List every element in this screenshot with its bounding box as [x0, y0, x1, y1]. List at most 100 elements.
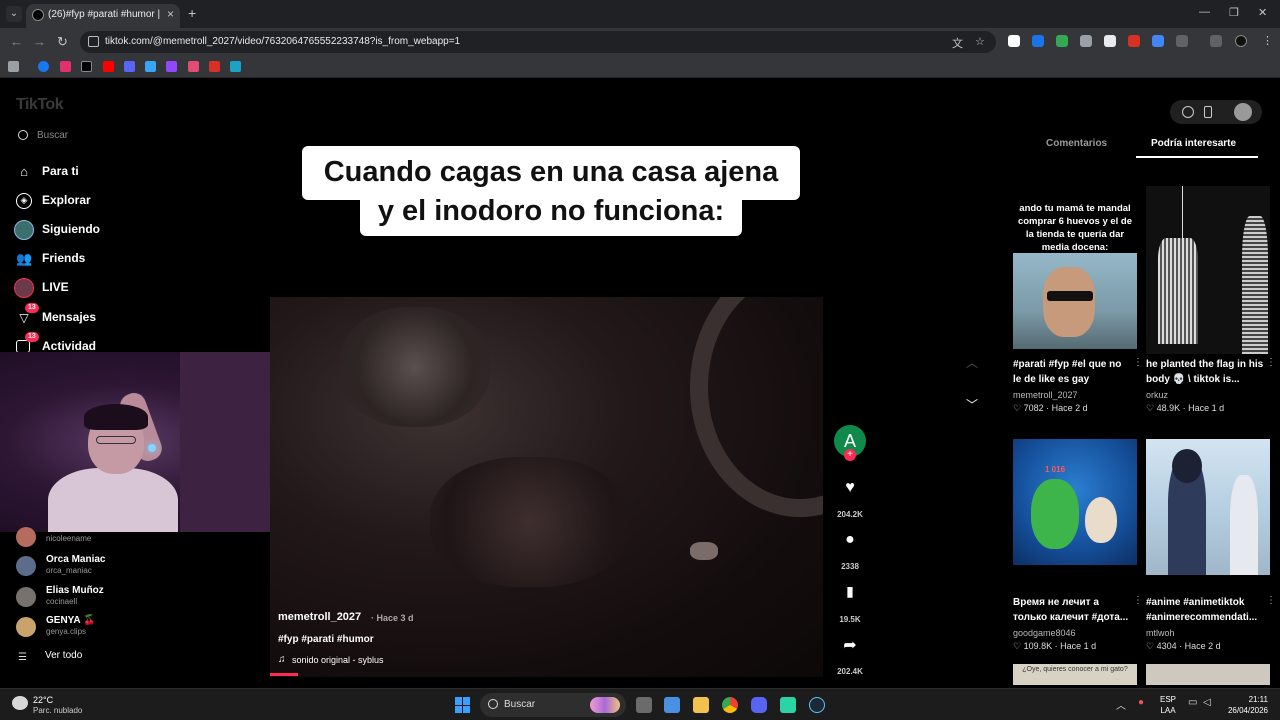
more-options-icon[interactable]: ⋮ [1133, 595, 1143, 606]
profile-avatar-icon[interactable] [1235, 35, 1247, 47]
sidebar-item-mensajes[interactable]: ▽ 13 Mensajes [14, 303, 214, 329]
minimize-button[interactable]: — [1199, 6, 1210, 18]
weather-cloud-icon[interactable] [12, 696, 28, 710]
reload-button[interactable]: ↻ [57, 34, 68, 50]
device-icon[interactable] [1204, 106, 1212, 118]
network-icon[interactable]: ▭ [1188, 697, 1197, 708]
close-window-button[interactable]: ✕ [1258, 6, 1267, 19]
more-options-icon[interactable]: ⋮ [1266, 595, 1276, 606]
search-input[interactable]: Buscar [37, 130, 68, 141]
search-icon [18, 130, 28, 140]
bookmark-6-icon[interactable] [145, 61, 156, 72]
tab-search-button[interactable]: ⌄ [6, 6, 22, 22]
extension-shield-icon[interactable] [1056, 35, 1068, 47]
site-info-icon[interactable] [88, 36, 99, 47]
browser-menu-icon[interactable]: ⋮ [1262, 35, 1274, 47]
microphone-icon[interactable]: ● [1138, 697, 1144, 708]
sidebar-item-explorar[interactable]: ◈ Explorar [14, 190, 214, 212]
new-tab-button[interactable]: + [188, 5, 196, 21]
following-account[interactable]: Orca Maniac orca_maniac [14, 554, 224, 580]
video-progress-bar[interactable] [270, 673, 298, 676]
extension-glasses-icon[interactable] [1080, 35, 1092, 47]
url-text[interactable]: tiktok.com/@memetroll_2027/video/7632064… [105, 36, 460, 47]
share-arrow-icon[interactable]: ➦ [840, 635, 860, 654]
related-video-card-peek[interactable]: ¿Oye, quieres conocer a mi gato? [1013, 664, 1137, 685]
taskbar-search[interactable]: Buscar [480, 693, 626, 717]
extension-2-icon[interactable] [1032, 35, 1044, 47]
store-icon[interactable] [664, 697, 680, 713]
discord-icon[interactable] [751, 697, 767, 713]
bookmark-8-icon[interactable] [188, 61, 199, 72]
coins-icon[interactable] [1182, 106, 1194, 118]
related-video-card-peek[interactable] [1146, 664, 1270, 685]
sidebar-item-live[interactable]: LIVE [14, 277, 214, 299]
bookmark-star-icon[interactable]: ☆ [975, 35, 985, 48]
like-heart-icon[interactable]: ♥ [840, 479, 860, 497]
following-account[interactable]: GENYA 🍒 genya.clips [14, 615, 224, 641]
browser-tab-active[interactable]: (26)#fyp #parati #humor | × [26, 4, 180, 28]
video-author[interactable]: memetroll_2027 [278, 611, 361, 623]
file-explorer-icon[interactable] [693, 697, 709, 713]
extension-6-icon[interactable] [1152, 35, 1164, 47]
volume-icon[interactable]: ◁ [1203, 697, 1211, 708]
video-thumbnail[interactable]: ando tu mamá te mandal comprar 6 huevos … [1013, 201, 1137, 351]
system-clock[interactable]: 21:11 26/04/2026 [1222, 694, 1268, 716]
forward-button[interactable]: → [33, 34, 46, 49]
extensions-puzzle-icon[interactable] [1176, 35, 1188, 47]
restore-button[interactable]: ❐ [1229, 6, 1239, 19]
avatar[interactable] [1234, 103, 1252, 121]
facebook-icon[interactable] [38, 61, 49, 72]
x-icon[interactable] [81, 61, 92, 72]
instagram-icon[interactable] [60, 61, 71, 72]
twitch-icon[interactable] [166, 61, 177, 72]
extension-5-icon[interactable] [1128, 35, 1140, 47]
sidebar-item-siguiendo[interactable]: Siguiendo [14, 219, 214, 241]
comment-icon[interactable]: ● [840, 531, 860, 549]
tiktok-logo[interactable]: TikTok [16, 96, 64, 114]
translate-icon[interactable]: 文 [952, 35, 963, 51]
back-button[interactable]: ← [10, 34, 23, 49]
weather-description[interactable]: Parc. nublado [33, 706, 82, 715]
task-view-icon[interactable] [636, 697, 652, 713]
extension-4-icon[interactable] [1104, 35, 1116, 47]
tab-close-icon[interactable]: × [167, 7, 174, 21]
card-author[interactable]: orkuz [1146, 390, 1168, 400]
sidebar-item-friends[interactable]: 👥 Friends [14, 248, 214, 270]
youtube-icon[interactable] [103, 61, 114, 72]
video-music[interactable]: sonido original - syblus [292, 655, 384, 665]
tab-podria-interesarte[interactable]: Podría interesarte [1151, 138, 1236, 149]
video-thumbnail[interactable]: 1 016 [1013, 439, 1137, 565]
apps-grid-icon[interactable] [8, 61, 19, 72]
extension-1-icon[interactable] [1008, 35, 1020, 47]
card-title: #anime #animetiktok #animerecommendati..… [1146, 597, 1258, 623]
video-player[interactable]: memetroll_2027 · Hace 3 d #fyp #parati #… [270, 297, 823, 677]
video-hashtags[interactable]: #fyp #parati #humor [278, 634, 374, 645]
previous-video-chevron-icon[interactable]: ︿ [966, 354, 978, 371]
steam-icon[interactable] [809, 697, 825, 713]
app-icon[interactable] [780, 697, 796, 713]
card-author[interactable]: goodgame8046 [1013, 628, 1076, 638]
bookmark-icon[interactable]: ▮ [840, 583, 860, 601]
following-account[interactable]: Elias Muñoz cocinaell [14, 585, 224, 611]
reading-list-icon[interactable] [1210, 35, 1222, 47]
gmail-icon[interactable] [209, 61, 220, 72]
video-thumbnail[interactable] [1146, 186, 1270, 356]
video-thumbnail[interactable] [1146, 439, 1270, 575]
card-author[interactable]: memetroll_2027 [1013, 390, 1078, 400]
bookmark-10-icon[interactable] [230, 61, 241, 72]
follow-plus-icon[interactable]: + [844, 449, 856, 461]
more-options-icon[interactable]: ⋮ [1266, 357, 1276, 368]
tab-comentarios[interactable]: Comentarios [1046, 138, 1107, 149]
address-bar[interactable]: tiktok.com/@memetroll_2027/video/7632064… [80, 31, 996, 53]
windows-start-icon[interactable] [455, 697, 471, 713]
card-author[interactable]: mtlwoh [1146, 628, 1175, 638]
more-options-icon[interactable]: ⋮ [1133, 357, 1143, 368]
chrome-icon[interactable] [722, 697, 738, 713]
tray-overflow-icon[interactable]: ︿ [1116, 697, 1126, 712]
sidebar-item-para-ti[interactable]: ⌂ Para ti [14, 161, 214, 183]
next-video-chevron-icon[interactable]: ﹀ [966, 396, 978, 413]
weather-temperature[interactable]: 22°C [33, 695, 53, 705]
bookmark-5-icon[interactable] [124, 61, 135, 72]
search-box[interactable]: Buscar [12, 126, 152, 146]
input-language[interactable]: ESP LAA [1160, 694, 1176, 716]
